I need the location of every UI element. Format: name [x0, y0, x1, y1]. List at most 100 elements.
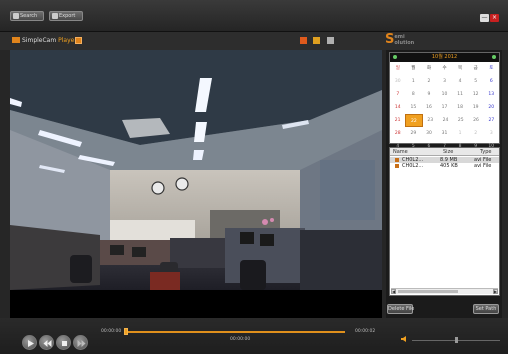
calendar-day[interactable]: 4 — [452, 75, 468, 88]
volume-thumb[interactable] — [455, 337, 458, 343]
export-icon — [52, 13, 58, 19]
app-header-bar: SimpleCam Player Semi olution — [0, 32, 508, 50]
calendar-grid: 일 월 화 수 목 금 토 30 1 2 3 4 5 6 7 8 9 10 11 12 13 14 15 16 17 18 19 20… — [390, 62, 499, 153]
app-name: SimpleCam — [22, 37, 59, 44]
scroll-thumb[interactable] — [398, 290, 458, 293]
title-bar: Search Export — × — [0, 0, 508, 32]
play-icon — [28, 340, 34, 347]
rewind-button[interactable] — [39, 335, 54, 350]
file-name: CH0L2... — [402, 163, 424, 169]
calendar-day[interactable]: 1 — [406, 75, 422, 88]
export-button[interactable]: Export — [49, 11, 83, 21]
calendar-weekday: 목 — [458, 66, 463, 71]
calendar-day[interactable]: 30 — [390, 75, 406, 88]
calendar-day[interactable]: 1 — [452, 127, 468, 140]
calendar-day[interactable]: 9 — [421, 88, 437, 101]
horizontal-scrollbar[interactable]: ◀ ▶ — [391, 288, 498, 294]
calendar-weekday: 금 — [473, 66, 478, 71]
current-time: 00:00:00 — [230, 337, 251, 342]
video-file-icon — [395, 164, 399, 168]
calendar-week: 14 15 16 17 18 19 20 — [390, 101, 499, 114]
calendar-header: 10월 2012 — [390, 53, 499, 62]
calendar-day[interactable]: 10 — [437, 88, 453, 101]
calendar-day[interactable]: 7 — [390, 88, 406, 101]
volume-icon[interactable] — [401, 336, 407, 342]
calendar-day[interactable]: 2 — [421, 75, 437, 88]
calendar-day[interactable]: 13 — [483, 88, 499, 101]
calendar: 10월 2012 일 월 화 수 목 금 토 30 1 2 3 4 5 6 7 8 9 10 11 12 13 14 15 1… — [389, 52, 500, 149]
file-row[interactable]: CH0L2... 405 KB avi File — [390, 163, 499, 169]
app-brand: SimpleCam Player — [12, 37, 77, 44]
calendar-day[interactable]: 18 — [452, 101, 468, 114]
close-icon[interactable]: × — [490, 14, 499, 22]
calendar-day[interactable]: 19 — [468, 101, 484, 114]
calendar-day[interactable]: 3 — [437, 75, 453, 88]
calendar-day[interactable]: 14 — [390, 101, 406, 114]
set-path-button[interactable]: Set Path — [473, 304, 499, 314]
calendar-weekday: 토 — [489, 66, 494, 71]
scroll-left-icon[interactable]: ◀ — [391, 289, 396, 294]
calendar-week: 28 29 30 31 1 2 3 — [390, 127, 499, 140]
calendar-day[interactable]: 12 — [468, 88, 484, 101]
calendar-day[interactable]: 28 — [390, 127, 406, 140]
app-window: Search Export — × SimpleCam Player Semi o… — [0, 0, 508, 354]
calendar-day[interactable]: 25 — [453, 114, 468, 127]
calendar-weekday: 일 — [395, 66, 400, 71]
menu-icon[interactable] — [75, 37, 82, 44]
calendar-day[interactable]: 15 — [406, 101, 422, 114]
calendar-day[interactable]: 2 — [468, 127, 484, 140]
calendar-week: 21 22 23 24 25 26 27 — [390, 114, 499, 127]
calendar-weekday: 화 — [426, 66, 432, 71]
search-button[interactable]: Search — [10, 11, 44, 21]
fast-forward-button[interactable] — [73, 335, 88, 350]
fast-forward-icon — [77, 340, 86, 347]
calendar-day[interactable]: 26 — [468, 114, 483, 127]
calendar-day[interactable]: 3 — [483, 127, 499, 140]
video-view[interactable] — [10, 50, 382, 290]
video-file-icon — [395, 158, 399, 162]
column-name[interactable]: Name — [390, 148, 440, 155]
calendar-day[interactable]: 21 — [390, 114, 405, 127]
minimize-icon[interactable]: — — [480, 14, 489, 22]
rewind-icon — [43, 340, 52, 347]
calendar-day[interactable]: 6 — [483, 75, 499, 88]
calendar-weekday: 월 — [411, 66, 416, 71]
video-frame — [10, 50, 382, 318]
timeline-track[interactable] — [126, 331, 345, 333]
settings-icon[interactable] — [327, 37, 334, 44]
calendar-day[interactable]: 29 — [406, 127, 422, 140]
company-logo: Semi olution — [385, 32, 415, 47]
column-type[interactable]: Type — [474, 148, 499, 155]
calendar-day[interactable]: 24 — [438, 114, 453, 127]
timeline-thumb[interactable] — [124, 328, 128, 335]
file-list-header: Name Size Type — [390, 148, 499, 156]
calendar-weekday: 수 — [442, 66, 447, 71]
app-name-accent: Player — [58, 37, 77, 44]
snapshot-icon[interactable] — [300, 37, 307, 44]
stop-button[interactable] — [56, 335, 71, 350]
search-button-label: Search — [20, 13, 38, 19]
scroll-right-icon[interactable]: ▶ — [493, 289, 498, 294]
file-type: avi File — [474, 163, 492, 169]
calendar-day[interactable]: 30 — [421, 127, 437, 140]
calendar-day[interactable]: 31 — [437, 127, 453, 140]
playback-controls: 00:00:00 00:00:02 00:00:00 — [0, 318, 508, 354]
calendar-day[interactable]: 8 — [406, 88, 422, 101]
calendar-prev-icon[interactable] — [393, 55, 397, 59]
calendar-day[interactable]: 20 — [483, 101, 499, 114]
calendar-day[interactable]: 23 — [423, 114, 438, 127]
delete-file-button[interactable]: Delete File — [387, 304, 414, 314]
calendar-day[interactable]: 27 — [484, 114, 499, 127]
folder-icon[interactable] — [313, 37, 320, 44]
calendar-day[interactable]: 5 — [468, 75, 484, 88]
calendar-day[interactable]: 17 — [437, 101, 453, 114]
calendar-day-selected[interactable]: 22 — [405, 114, 423, 127]
calendar-next-icon[interactable] — [492, 55, 496, 59]
calendar-day[interactable]: 11 — [452, 88, 468, 101]
stop-icon — [62, 341, 67, 346]
play-button[interactable] — [22, 335, 37, 350]
calendar-day[interactable]: 16 — [421, 101, 437, 114]
export-button-label: Export — [59, 13, 76, 19]
file-size: 405 KB — [440, 163, 458, 169]
column-size[interactable]: Size — [440, 148, 474, 155]
